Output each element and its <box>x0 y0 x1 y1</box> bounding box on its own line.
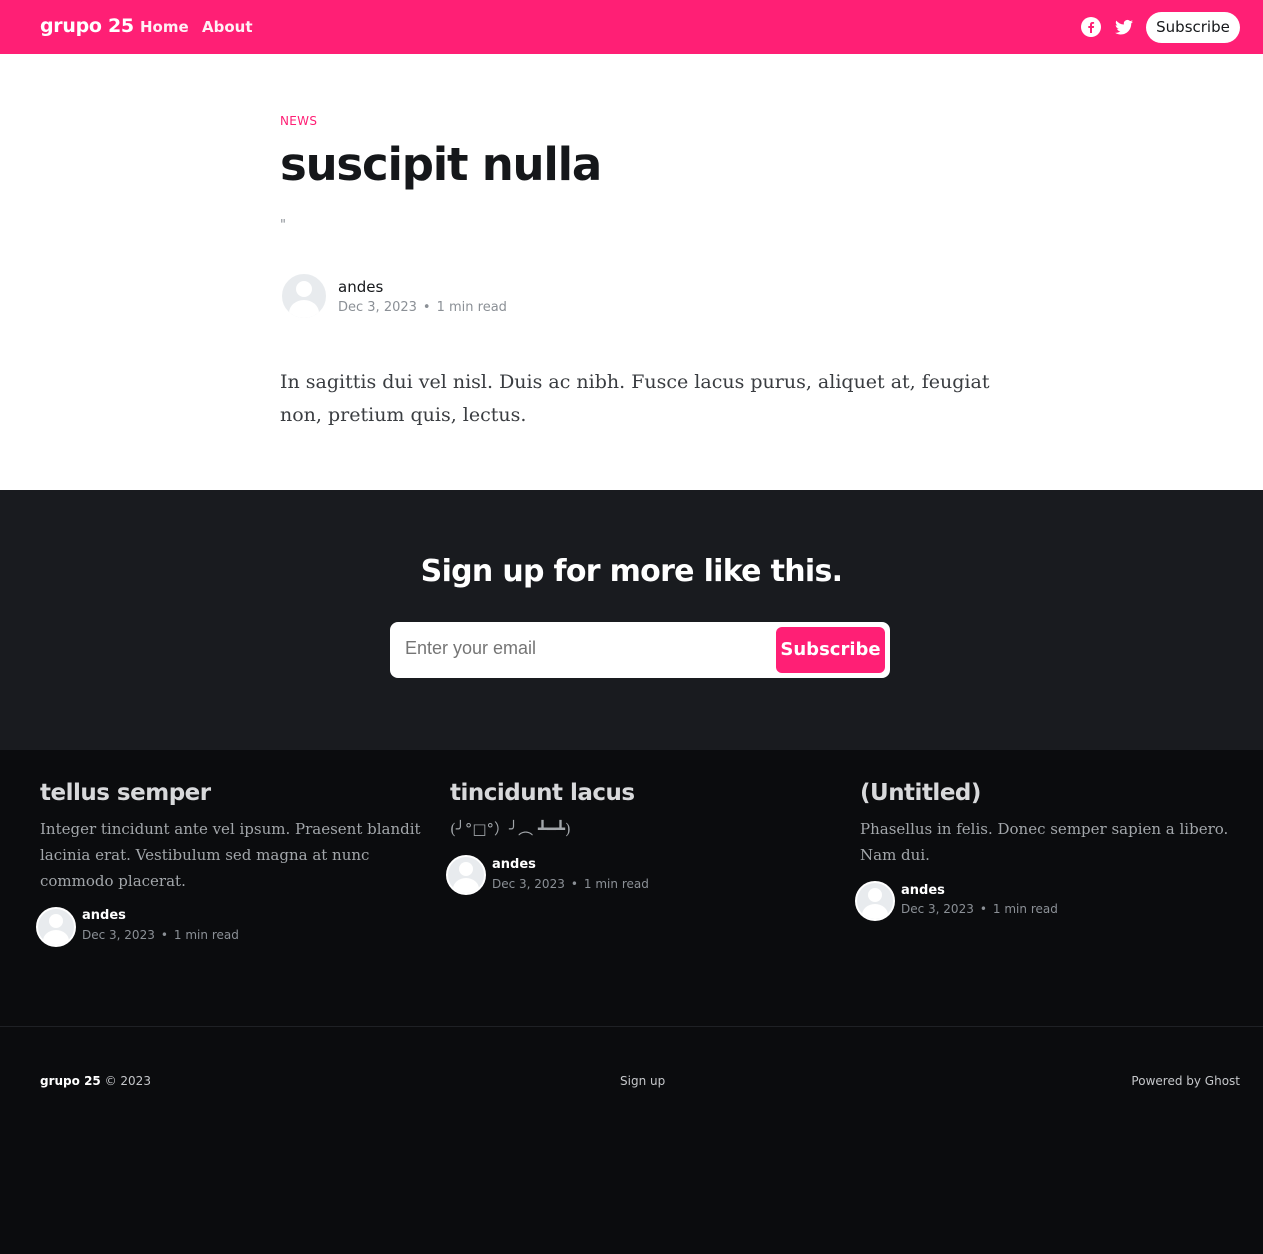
powered-by-link[interactable]: Powered by Ghost <box>1080 1074 1240 1088</box>
meta-separator: • <box>422 300 431 315</box>
site-logo[interactable]: grupo 25 <box>40 15 134 37</box>
article-body: In sagittis dui vel nisl. Duis ac nibh. … <box>280 371 990 426</box>
related-posts: tellus semper Integer tincidunt ante vel… <box>0 750 1263 1027</box>
avatar-placeholder-icon[interactable] <box>446 855 486 895</box>
related-post-excerpt[interactable]: (╯°□°）╯︵ ┻━┻) <box>450 816 835 842</box>
signup-form: Subscribe <box>390 622 890 678</box>
footer-signup-link[interactable]: Sign up <box>620 1074 665 1088</box>
site-footer: grupo 25 © 2023 Sign up Powered by Ghost <box>0 1028 1263 1254</box>
facebook-icon[interactable] <box>1081 17 1101 37</box>
avatar-placeholder-icon[interactable] <box>280 272 328 320</box>
nav-home-link[interactable]: Home <box>140 18 189 36</box>
footer-site-name[interactable]: grupo 25 <box>40 1074 101 1088</box>
article-title: suscipit nulla <box>280 138 602 191</box>
meta-separator: • <box>570 877 578 891</box>
footer-copyright-year: © 2023 <box>104 1074 151 1088</box>
email-input[interactable] <box>405 638 755 659</box>
header-subscribe-button[interactable]: Subscribe <box>1146 12 1240 43</box>
article: NEWS suscipit nulla " andes Dec 3, 2023 •… <box>0 54 1263 490</box>
related-post-author[interactable]: andes <box>492 857 536 872</box>
related-post-date: Dec 3, 2023 <box>82 928 155 942</box>
nav-about-link[interactable]: About <box>202 18 253 36</box>
related-post-meta: Dec 3, 2023 • 1 min read <box>82 928 239 942</box>
related-post-title[interactable]: (Untitled) <box>860 780 981 806</box>
signup-subscribe-button[interactable]: Subscribe <box>776 627 885 673</box>
signup-title: Sign up for more like this. <box>420 554 843 589</box>
article-date: Dec 3, 2023 <box>338 300 417 315</box>
related-post-date: Dec 3, 2023 <box>492 877 565 891</box>
meta-separator: • <box>979 902 987 916</box>
related-post-read-time: 1 min read <box>992 902 1058 916</box>
article-author-name[interactable]: andes <box>338 278 383 296</box>
article-read-time: 1 min read <box>436 300 507 315</box>
article-excerpt: " <box>280 218 286 233</box>
signup-section: Sign up for more like this. Subscribe <box>0 490 1263 750</box>
related-post-excerpt[interactable]: Phasellus in felis. Donec semper sapien … <box>860 816 1245 868</box>
related-post-author[interactable]: andes <box>82 908 126 923</box>
footer-copyright: grupo 25 © 2023 <box>40 1074 151 1088</box>
related-post-date: Dec 3, 2023 <box>901 902 974 916</box>
related-post-excerpt[interactable]: Integer tincidunt ante vel ipsum. Praese… <box>40 816 425 894</box>
related-post-read-time: 1 min read <box>583 877 649 891</box>
site-header: grupo 25 Home About Subscribe <box>0 0 1263 54</box>
twitter-icon[interactable] <box>1114 17 1134 37</box>
related-post-title[interactable]: tincidunt lacus <box>450 780 635 806</box>
related-post-title[interactable]: tellus semper <box>40 780 211 806</box>
avatar-placeholder-icon[interactable] <box>36 907 76 947</box>
article-tag[interactable]: NEWS <box>280 114 317 128</box>
avatar-placeholder-icon[interactable] <box>855 881 895 921</box>
related-post-meta: Dec 3, 2023 • 1 min read <box>901 902 1058 916</box>
article-meta: Dec 3, 2023 • 1 min read <box>338 300 507 315</box>
related-post-read-time: 1 min read <box>173 928 239 942</box>
meta-separator: • <box>160 928 168 942</box>
related-post-author[interactable]: andes <box>901 883 945 898</box>
related-post-meta: Dec 3, 2023 • 1 min read <box>492 877 649 891</box>
